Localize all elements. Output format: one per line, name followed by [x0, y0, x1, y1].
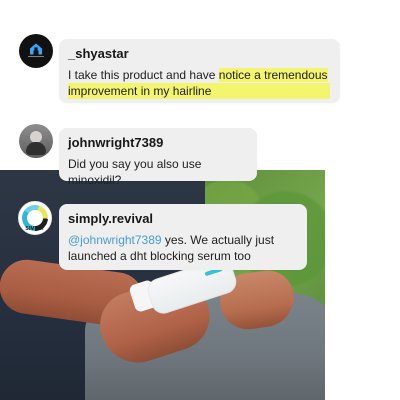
comment-line-1: @johnwright7389 yes. We actually just: [68, 232, 298, 248]
comment-line-2: launched a dht blocking serum too: [68, 249, 251, 263]
highlighted-text-line: improvement in my hairline: [68, 83, 330, 99]
mention-link[interactable]: @johnwright7389: [68, 233, 162, 247]
logo-text: SIMPLY: [25, 226, 45, 232]
avatar: SIMPLY: [18, 201, 52, 235]
brand-logo-icon: [30, 43, 42, 55]
logo-center: [27, 210, 43, 226]
comment-text: Did you say you also use minoxidil?: [68, 157, 202, 187]
highlighted-text: notice a tremendous: [218, 68, 328, 82]
comment-text-part: yes. We actually just: [161, 233, 275, 247]
comment-bubble: simply.revival @johnwright7389 yes. We a…: [59, 204, 307, 270]
logo-caption-mark: [28, 56, 44, 57]
comment-line-1: I take this product and have notice a tr…: [68, 67, 330, 83]
comment-bubble: _shyastar I take this product and have n…: [59, 39, 340, 103]
profile-photo-icon: [26, 142, 46, 155]
social-comment-thread: _shyastar I take this product and have n…: [0, 0, 400, 400]
comment-text: @johnwright7389 yes. We actually just la…: [68, 232, 298, 264]
comment-bubble: johnwright7389 Did you say you also use …: [59, 128, 257, 187]
avatar: [19, 34, 53, 68]
comment-username[interactable]: johnwright7389: [68, 135, 248, 151]
comment-username[interactable]: simply.revival: [68, 211, 298, 227]
comment-text-part: I take this product and have: [68, 68, 219, 82]
avatar: [19, 124, 53, 158]
comment-text: I take this product and have notice a tr…: [68, 67, 330, 99]
comment-username[interactable]: _shyastar: [68, 46, 330, 62]
